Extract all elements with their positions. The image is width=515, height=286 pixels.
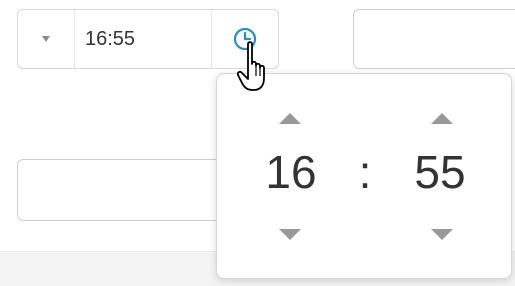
caret-down-icon: [42, 36, 50, 42]
hours-increment-button[interactable]: [279, 113, 301, 124]
time-value-field[interactable]: 16:55: [75, 10, 211, 68]
clock-icon: [233, 27, 257, 51]
time-value-text: 16:55: [85, 27, 136, 50]
left-text-input[interactable]: [17, 159, 222, 221]
minutes-decrement-button[interactable]: [431, 229, 453, 240]
minutes-value[interactable]: 55: [405, 144, 475, 200]
time-picker-popup: 16 : 55: [216, 73, 512, 279]
time-input-group: 16:55: [17, 9, 279, 69]
canvas: 16:55 16 : 55: [0, 0, 515, 286]
clock-button[interactable]: [211, 10, 278, 68]
hours-value[interactable]: 16: [257, 144, 325, 200]
time-separator: :: [358, 146, 372, 198]
time-dropdown-toggle[interactable]: [18, 10, 75, 68]
minutes-increment-button[interactable]: [431, 113, 453, 124]
hours-decrement-button[interactable]: [279, 229, 301, 240]
right-text-input[interactable]: [353, 9, 515, 69]
